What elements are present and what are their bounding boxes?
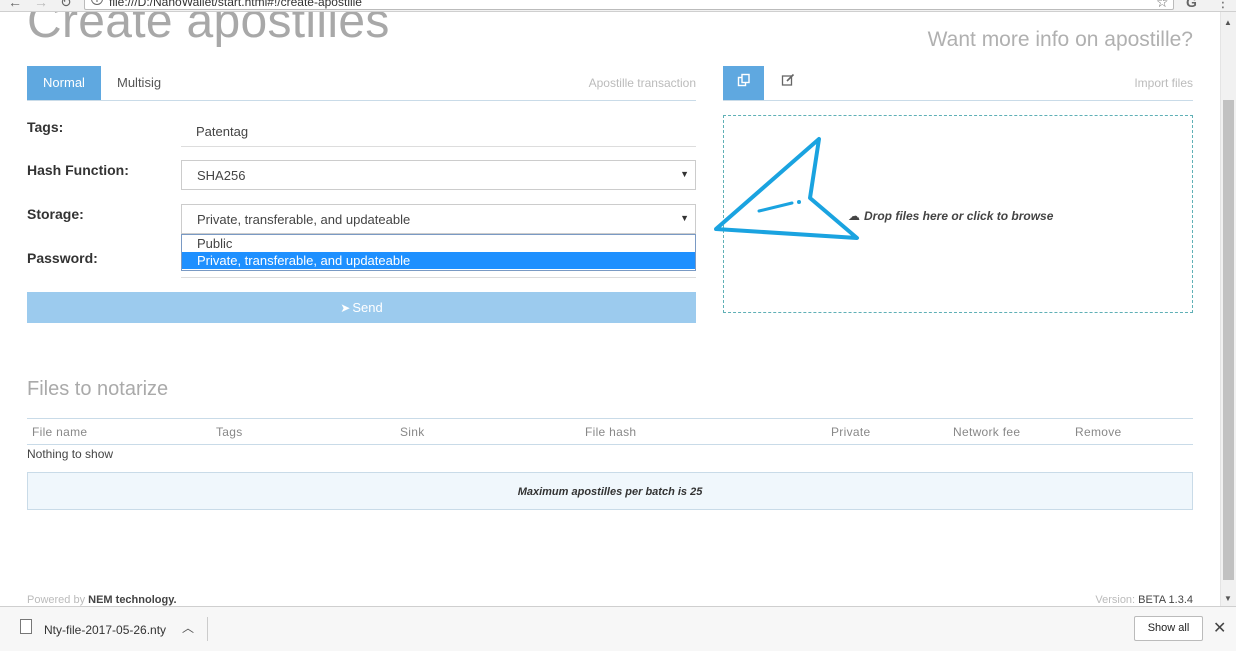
page-scrollbar[interactable]: ▲ ▼ bbox=[1220, 12, 1236, 606]
edit-icon bbox=[781, 73, 794, 86]
extension-icon[interactable]: G bbox=[1186, 0, 1197, 10]
storage-label: Storage: bbox=[27, 206, 84, 222]
files-table-header: File name Tags Sink File hash Private Ne… bbox=[27, 418, 1193, 445]
dropzone-text: Drop files here or click to browse bbox=[864, 209, 1054, 223]
info-icon[interactable]: i bbox=[91, 0, 103, 5]
file-dropzone[interactable]: ☁ Drop files here or click to browse bbox=[723, 115, 1193, 313]
show-all-button[interactable]: Show all bbox=[1134, 616, 1203, 641]
chevron-up-icon[interactable]: ︿ bbox=[182, 619, 194, 636]
version-value: BETA 1.3.4 bbox=[1138, 594, 1193, 606]
max-batch-notice: Maximum apostilles per batch is 25 bbox=[27, 472, 1193, 510]
apostille-tabs: Normal Multisig Apostille transaction bbox=[27, 66, 696, 101]
column-network-fee: Network fee bbox=[953, 425, 1021, 439]
version-info: Version: BETA 1.3.4 bbox=[1095, 594, 1193, 606]
storage-row: Storage: Private, transferable, and upda… bbox=[27, 204, 696, 234]
scrollbar-thumb[interactable] bbox=[1223, 100, 1234, 580]
paper-plane-icon: ➤ bbox=[340, 301, 351, 315]
column-private: Private bbox=[831, 425, 871, 439]
download-file-name: Nty-file-2017-05-26.nty bbox=[44, 623, 167, 637]
tags-row: Tags: Patentag bbox=[27, 117, 696, 147]
send-button[interactable]: ➤ Send bbox=[27, 292, 696, 323]
powered-by-brand[interactable]: NEM technology. bbox=[88, 594, 176, 606]
address-bar[interactable]: i file:///D:/NanoWallet/start.html#!/cre… bbox=[84, 0, 1174, 10]
hash-row: Hash Function: SHA256 ▼ bbox=[27, 160, 696, 190]
column-file-name: File name bbox=[32, 425, 88, 439]
tab-edit[interactable] bbox=[767, 66, 808, 100]
section-label-apostille-transaction: Apostille transaction bbox=[588, 76, 696, 90]
tags-label: Tags: bbox=[27, 119, 64, 135]
version-prefix: Version: bbox=[1095, 594, 1136, 606]
column-sink: Sink bbox=[400, 425, 425, 439]
files-section-title: Files to notarize bbox=[27, 378, 169, 400]
scroll-down-arrow-icon[interactable]: ▼ bbox=[1224, 594, 1232, 603]
tab-import-files[interactable] bbox=[723, 66, 764, 100]
storage-option-public[interactable]: Public bbox=[182, 235, 695, 252]
section-label-import-files: Import files bbox=[1134, 76, 1193, 90]
browser-toolbar: ← → ↻ i file:///D:/NanoWallet/start.html… bbox=[0, 0, 1236, 12]
download-item[interactable]: Nty-file-2017-05-26.nty ︿ bbox=[18, 617, 208, 641]
powered-by: Powered by NEM technology. bbox=[27, 594, 177, 606]
hash-function-label: Hash Function: bbox=[27, 162, 129, 178]
page-content: Create apostilles Want more info on apos… bbox=[0, 12, 1220, 606]
dropdown-arrow-icon: ▼ bbox=[680, 213, 689, 223]
tab-multisig[interactable]: Multisig bbox=[103, 66, 175, 100]
hash-function-select[interactable]: SHA256 ▼ bbox=[181, 160, 696, 190]
close-icon[interactable]: ✕ bbox=[1213, 618, 1226, 638]
import-tabs: Import files bbox=[723, 66, 1193, 101]
cloud-upload-icon: ☁ bbox=[848, 209, 860, 223]
more-info-link[interactable]: Want more info on apostille? bbox=[928, 28, 1193, 52]
file-icon bbox=[20, 619, 32, 634]
send-label: Send bbox=[352, 300, 383, 315]
download-bar: Nty-file-2017-05-26.nty ︿ Show all ✕ bbox=[0, 606, 1236, 651]
powered-by-prefix: Powered by bbox=[27, 594, 86, 606]
tags-input[interactable]: Patentag bbox=[181, 117, 696, 147]
column-file-hash: File hash bbox=[585, 425, 637, 439]
dropzone-text-wrap: ☁ Drop files here or click to browse bbox=[848, 209, 1053, 223]
page-title: Create apostilles bbox=[27, 12, 390, 48]
storage-dropdown-list: Public Private, transferable, and update… bbox=[181, 234, 696, 271]
tab-normal[interactable]: Normal bbox=[27, 66, 101, 100]
dropdown-arrow-icon: ▼ bbox=[680, 169, 689, 179]
scroll-up-arrow-icon[interactable]: ▲ bbox=[1224, 18, 1232, 27]
url-text: file:///D:/NanoWallet/start.html#!/creat… bbox=[109, 0, 362, 9]
forward-icon[interactable]: → bbox=[34, 0, 48, 10]
star-icon[interactable]: ☆ bbox=[1156, 0, 1169, 11]
copy-files-icon bbox=[737, 73, 750, 87]
hash-function-value: SHA256 bbox=[197, 168, 246, 183]
storage-value: Private, transferable, and updateable bbox=[197, 212, 411, 227]
storage-option-private[interactable]: Private, transferable, and updateable bbox=[182, 252, 695, 269]
empty-table-text: Nothing to show bbox=[27, 447, 114, 461]
menu-icon[interactable]: ⋮ bbox=[1216, 0, 1230, 11]
column-remove: Remove bbox=[1075, 425, 1122, 439]
column-tags: Tags bbox=[216, 425, 243, 439]
password-label: Password: bbox=[27, 250, 98, 266]
back-icon[interactable]: ← bbox=[8, 0, 22, 10]
reload-icon[interactable]: ↻ bbox=[60, 0, 72, 11]
storage-select[interactable]: Private, transferable, and updateable ▼ bbox=[181, 204, 696, 234]
